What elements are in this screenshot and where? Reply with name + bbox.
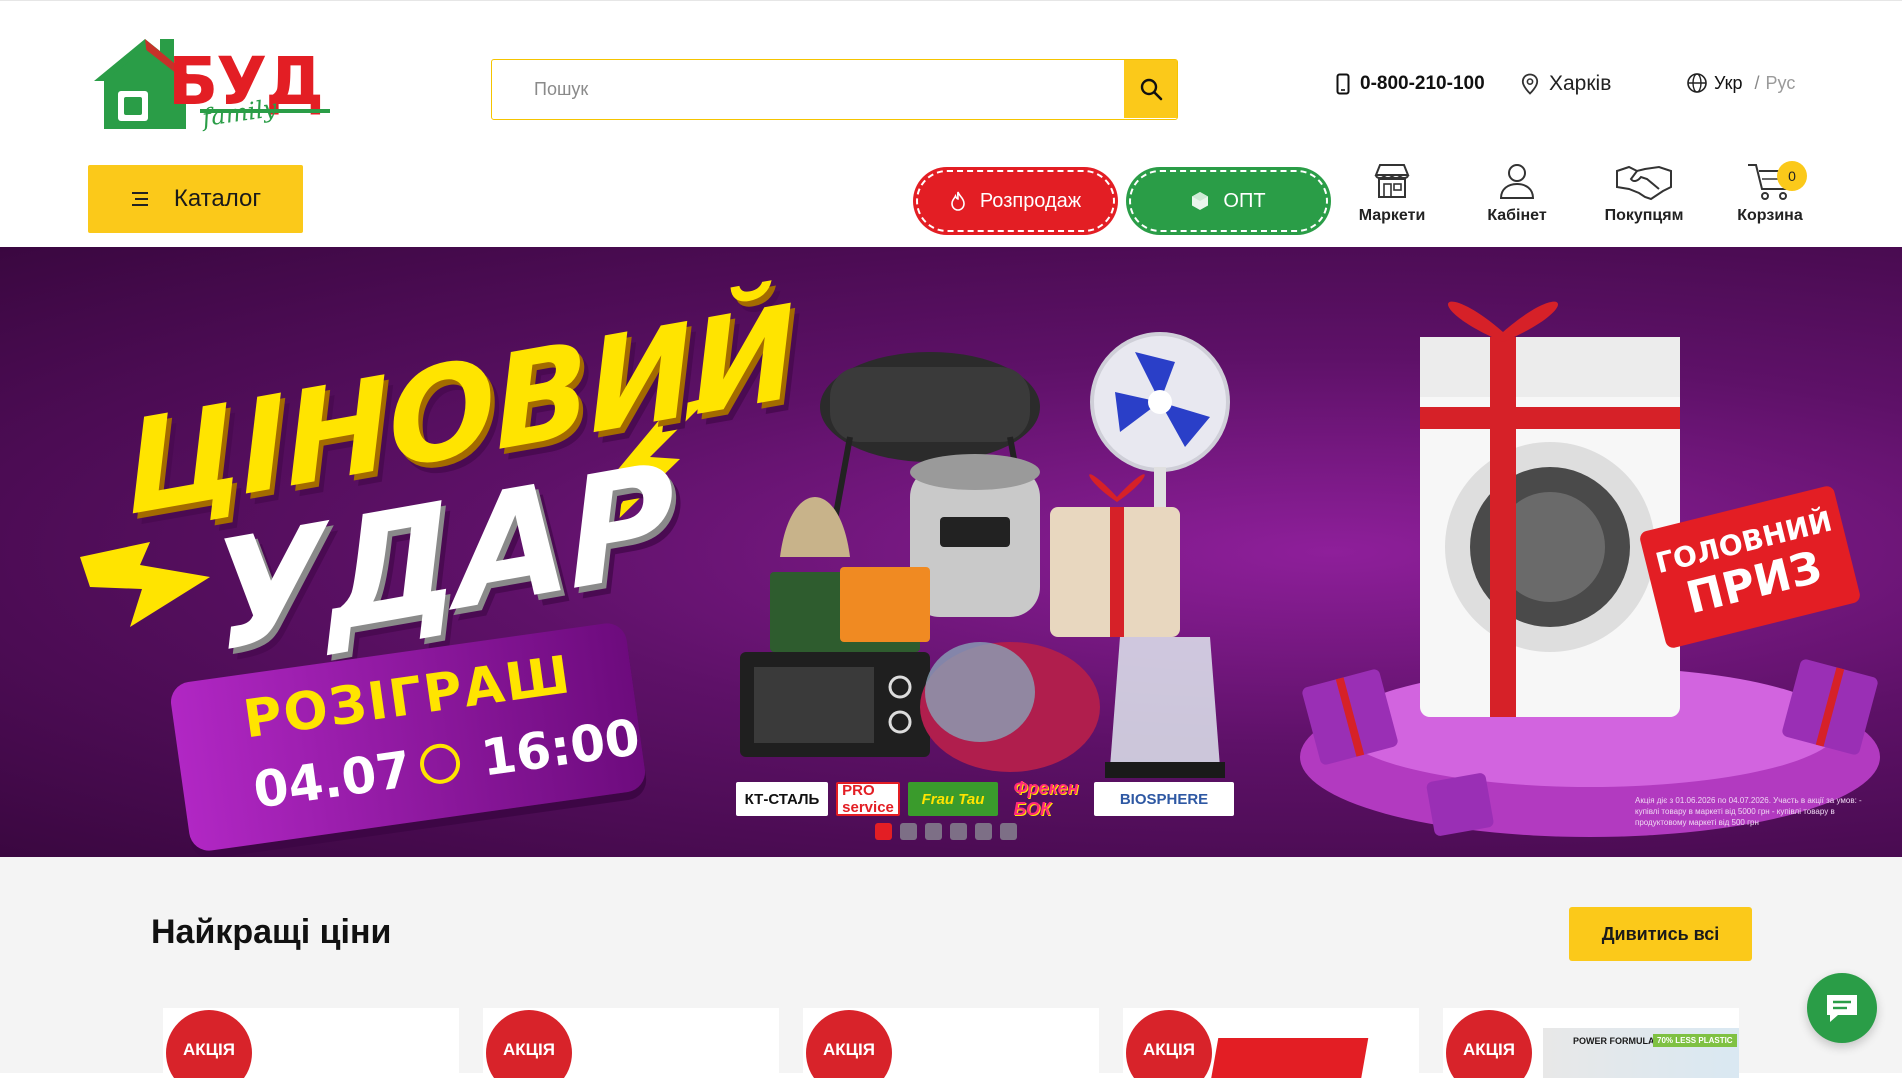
wholesale-button[interactable]: ОПТ [1129, 170, 1328, 232]
slider-dot[interactable] [925, 823, 942, 840]
clock-icon [417, 741, 463, 787]
city-name: Харків [1549, 72, 1612, 95]
nav-customers-label: Покупцям [1604, 207, 1684, 224]
menu-icon [131, 192, 148, 206]
wholesale-label: ОПТ [1223, 189, 1266, 212]
site-logo[interactable]: БУД family [90, 29, 330, 137]
nav-cart-label: Корзина [1737, 207, 1803, 224]
product-card[interactable]: АКЦІЯ [803, 1008, 1099, 1078]
products-collage [740, 332, 1230, 778]
promo-banner[interactable]: ЦІНОВИЙ УДАР РОЗІГРАШ 04.07 16:00 ГОЛОВН… [0, 247, 1902, 857]
search-button[interactable] [1124, 60, 1177, 118]
sale-button[interactable]: Розпродаж [916, 170, 1115, 232]
brand-kt-stal: КТ-СТАЛЬ [736, 782, 828, 816]
sale-label: Розпродаж [979, 189, 1082, 212]
nav-account-label: Кабінет [1487, 207, 1547, 224]
nav-customers[interactable]: Покупцям [1589, 161, 1699, 237]
nav-markets-label: Маркети [1358, 207, 1426, 224]
kettle-image [1105, 637, 1225, 778]
catalog-button[interactable]: Каталог [88, 165, 303, 233]
brand-frau-tau: Frau Tau [908, 782, 998, 816]
promo-badge: АКЦІЯ [1126, 1010, 1212, 1078]
product-card[interactable]: АКЦІЯ [163, 1008, 459, 1078]
nav-markets[interactable]: Маркети [1337, 161, 1447, 237]
product-card[interactable]: POWER FORMULA 70% LESS PLASTIC АКЦІЯ [1443, 1008, 1739, 1078]
search-bar [491, 59, 1178, 120]
best-prices-section: Найкращі ціни Дивитись всі АКЦІЯ АКЦІЯ А… [0, 857, 1902, 1078]
cart-count-badge: 0 [1777, 161, 1807, 191]
product-card[interactable]: АКЦІЯ [483, 1008, 779, 1078]
lang-separator: / [1754, 72, 1760, 93]
city-selector[interactable]: Харків [1521, 72, 1611, 96]
phone-link[interactable]: 0-800-210-100 [1336, 73, 1485, 95]
nav-cart[interactable]: Корзина 0 [1715, 161, 1825, 237]
product-image [1207, 1038, 1369, 1078]
slider-dot[interactable] [950, 823, 967, 840]
slider-dot[interactable] [1000, 823, 1017, 840]
store-icon [1374, 164, 1410, 198]
lang-ukrainian[interactable]: Укр [1714, 73, 1743, 94]
slider-dot[interactable] [975, 823, 992, 840]
box-icon [1192, 192, 1209, 210]
brand-biosphere: BIOSPHERE [1094, 782, 1234, 816]
promo-badge: АКЦІЯ [486, 1010, 572, 1078]
slider-dots [875, 823, 1017, 840]
banner-headline: ЦІНОВИЙ УДАР [100, 278, 800, 707]
flame-icon [951, 191, 965, 211]
chat-button[interactable] [1807, 973, 1877, 1043]
search-icon [1140, 78, 1162, 101]
brand-logos: КТ-СТАЛЬ PRO service Frau Tau Фрекен БОК… [736, 778, 1234, 819]
nav-account[interactable]: Кабінет [1462, 161, 1572, 237]
product-pack-text: POWER FORMULA [1573, 1036, 1655, 1046]
handshake-icon [1616, 165, 1672, 201]
raffle-time: 16:00 [477, 708, 644, 788]
lang-russian[interactable]: Рус [1766, 73, 1796, 94]
section-title: Найкращі ціни [151, 913, 392, 951]
globe-icon [1687, 73, 1707, 93]
promo-badge: АКЦІЯ [166, 1010, 252, 1078]
promo-terms: Акція діє з 01.06.2026 по 04.07.2026. Уч… [1635, 796, 1862, 827]
brand-pro-service: PRO service [836, 782, 900, 816]
mobile-phone-icon [1336, 73, 1350, 95]
raffle-date: 04.07 [249, 740, 415, 820]
location-pin-icon [1521, 73, 1539, 95]
product-card[interactable]: АКЦІЯ [1123, 1008, 1419, 1078]
promo-badge: АКЦІЯ [1446, 1010, 1532, 1078]
brand-freken-bok: Фрекен БОК [1013, 778, 1079, 819]
promo-badge: АКЦІЯ [806, 1010, 892, 1078]
chat-icon [1827, 995, 1857, 1022]
search-input[interactable] [492, 60, 1122, 118]
slider-dot[interactable] [900, 823, 917, 840]
language-switcher: Укр / Рус [1686, 72, 1795, 94]
microwave-image [740, 652, 930, 757]
site-header: БУД family 0-800-210-100 Харків [0, 0, 1902, 247]
vacuum-image [920, 642, 1100, 772]
product-pack-tag: 70% LESS PLASTIC [1653, 1034, 1737, 1047]
view-all-button[interactable]: Дивитись всі [1569, 907, 1752, 961]
slider-dot[interactable] [875, 823, 892, 840]
catalog-label: Каталог [173, 185, 262, 212]
phone-number: 0-800-210-100 [1360, 73, 1485, 94]
user-icon [1499, 164, 1535, 199]
